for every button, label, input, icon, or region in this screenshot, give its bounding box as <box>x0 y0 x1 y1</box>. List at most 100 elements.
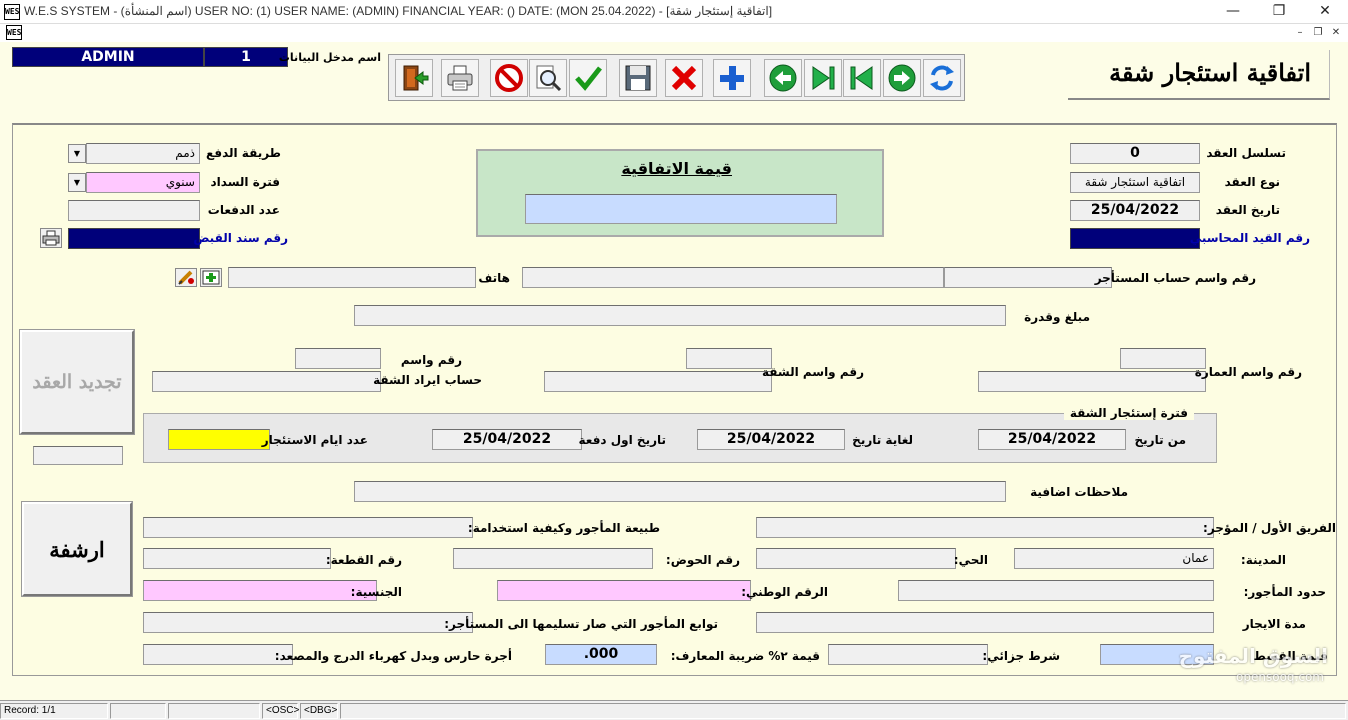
minimize-button[interactable]: — <box>1210 0 1256 24</box>
tax-value-field[interactable]: .000 <box>545 644 657 665</box>
first-record-button[interactable] <box>843 59 881 97</box>
mdi-menubar: WES – ❐ ✕ <box>0 24 1348 42</box>
opensooq-watermark: السوق المفتوح opensooq.com <box>1178 640 1328 690</box>
x-icon <box>671 65 697 91</box>
tenant-account-label: رقم واسم حساب المستأجر <box>1094 271 1256 285</box>
national-id-label: الرقم الوطني: <box>741 585 828 599</box>
receipt-number-field[interactable] <box>68 228 200 249</box>
building-name-field[interactable] <box>978 371 1206 392</box>
lease-period-label: مدة الايجار <box>1242 617 1306 631</box>
floppy-icon <box>625 65 651 91</box>
first-party-label: الفريق الأول / المؤجر: <box>1203 521 1336 535</box>
apartment-number-field[interactable] <box>686 348 772 369</box>
mdi-app-icon: WES <box>6 25 22 40</box>
watermark-arabic: السوق المفتوح <box>1178 644 1328 668</box>
district-field[interactable] <box>756 548 956 569</box>
exit-button[interactable] <box>395 59 433 97</box>
tenant-account-number-field[interactable] <box>944 267 1112 288</box>
revenue-label-line1: رقم واسم <box>400 353 462 367</box>
cancel-button[interactable] <box>490 59 528 97</box>
preview-button[interactable] <box>529 59 567 97</box>
osc-indicator: <OSC> <box>262 703 299 719</box>
city-label: المدينة: <box>1240 553 1286 567</box>
guard-fee-label: أجرة حارس وبدل كهرباء الدرج والمصعد: <box>274 649 512 663</box>
period-to-label: لغاية تاريخ <box>852 433 913 447</box>
first-payment-date-field[interactable]: 25/04/2022 <box>432 429 582 450</box>
renew-contract-button[interactable]: تجديد العقد <box>19 329 135 435</box>
tenant-account-name-field[interactable] <box>522 267 944 288</box>
journal-number-field[interactable] <box>1070 228 1200 249</box>
accessories-label: توابع المأجور التي صار تسليمها الى المست… <box>444 617 718 631</box>
apartment-name-field[interactable] <box>544 371 772 392</box>
mdi-minimize-button[interactable]: – <box>1292 26 1308 40</box>
period-to-field[interactable]: 25/04/2022 <box>697 429 845 450</box>
window-title: W.E.S SYSTEM - (اسم المنشأة) USER NO: (1… <box>24 4 773 18</box>
mdi-restore-button[interactable]: ❐ <box>1310 26 1326 40</box>
contract-type-field[interactable]: اتفاقية استئجار شقة <box>1070 172 1200 193</box>
basin-number-field[interactable] <box>453 548 653 569</box>
receipt-number-label: رقم سند القبض <box>193 231 288 245</box>
last-record-button[interactable] <box>804 59 842 97</box>
arrow-right-icon <box>888 64 916 92</box>
contract-serial-field[interactable]: 0 <box>1070 143 1200 164</box>
payment-method-label: طريقة الدفع <box>206 146 281 160</box>
contract-type-label: نوع العقد <box>1224 175 1280 189</box>
print-button[interactable] <box>441 59 479 97</box>
city-field[interactable]: عمان <box>1014 548 1214 569</box>
print-receipt-button[interactable] <box>40 228 62 248</box>
first-payment-date-label: تاريخ اول دفعة <box>578 433 666 447</box>
contract-date-field[interactable]: 25/04/2022 <box>1070 200 1200 221</box>
accessories-field[interactable] <box>143 612 473 633</box>
first-party-field[interactable] <box>756 517 1214 538</box>
phone-field[interactable] <box>228 267 476 288</box>
payment-period-label: فترة السداد <box>210 175 280 189</box>
rental-days-field[interactable] <box>168 429 270 450</box>
plot-number-field[interactable] <box>143 548 331 569</box>
guard-fee-field[interactable] <box>143 644 293 665</box>
payment-period-field[interactable]: سنوي <box>86 172 200 193</box>
restore-button[interactable]: ❐ <box>1256 0 1302 24</box>
add-tenant-button[interactable] <box>200 268 222 287</box>
save-button[interactable] <box>619 59 657 97</box>
revenue-account-number-field[interactable] <box>295 348 381 369</box>
nationality-field[interactable] <box>143 580 377 601</box>
deposit-amount-field[interactable] <box>354 305 1006 326</box>
user-no-field: 1 <box>204 47 288 67</box>
stop-icon <box>495 64 523 92</box>
watermark-latin: opensooq.com <box>1236 670 1324 684</box>
form-title-box: اتفاقية استئجار شقة <box>1068 50 1330 100</box>
user-name-field: ADMIN <box>12 47 204 67</box>
edit-tenant-button[interactable] <box>175 268 197 287</box>
contract-date-label: تاريخ العقد <box>1215 203 1280 217</box>
mdi-close-button[interactable]: ✕ <box>1328 26 1344 40</box>
skip-end-icon <box>812 66 835 90</box>
usage-field[interactable] <box>143 517 473 538</box>
payment-period-dropdown-arrow[interactable]: ▼ <box>68 173 86 192</box>
next-record-button[interactable] <box>883 59 921 97</box>
payments-count-field[interactable] <box>68 200 200 221</box>
national-id-field[interactable] <box>497 580 751 601</box>
archive-button[interactable]: ارشفة <box>21 501 133 597</box>
confirm-button[interactable] <box>569 59 607 97</box>
plot-number-label: رقم القطعة: <box>325 553 402 567</box>
period-from-field[interactable]: 25/04/2022 <box>978 429 1126 450</box>
refresh-button[interactable] <box>923 59 961 97</box>
close-button[interactable]: ✕ <box>1302 0 1348 24</box>
penalty-field[interactable] <box>828 644 988 665</box>
payment-method-field[interactable]: ذمم <box>86 143 200 164</box>
delete-button[interactable] <box>665 59 703 97</box>
lease-period-field[interactable] <box>756 612 1214 633</box>
journal-number-label: رقم القيد المحاسبي <box>1189 231 1310 245</box>
previous-record-button[interactable] <box>764 59 802 97</box>
agreement-value-field[interactable] <box>525 194 837 224</box>
notes-field[interactable] <box>354 481 1006 502</box>
payment-method-dropdown-arrow[interactable]: ▼ <box>68 144 86 163</box>
revenue-label-line2: حساب ايراد الشقة <box>373 373 482 387</box>
checkmark-icon <box>575 66 602 91</box>
revenue-account-name-field[interactable] <box>152 371 381 392</box>
borders-label: حدود المأجور: <box>1243 585 1326 599</box>
borders-field[interactable] <box>898 580 1214 601</box>
building-number-field[interactable] <box>1120 348 1206 369</box>
add-button[interactable] <box>713 59 751 97</box>
record-indicator: Record: 1/1 <box>0 703 108 719</box>
